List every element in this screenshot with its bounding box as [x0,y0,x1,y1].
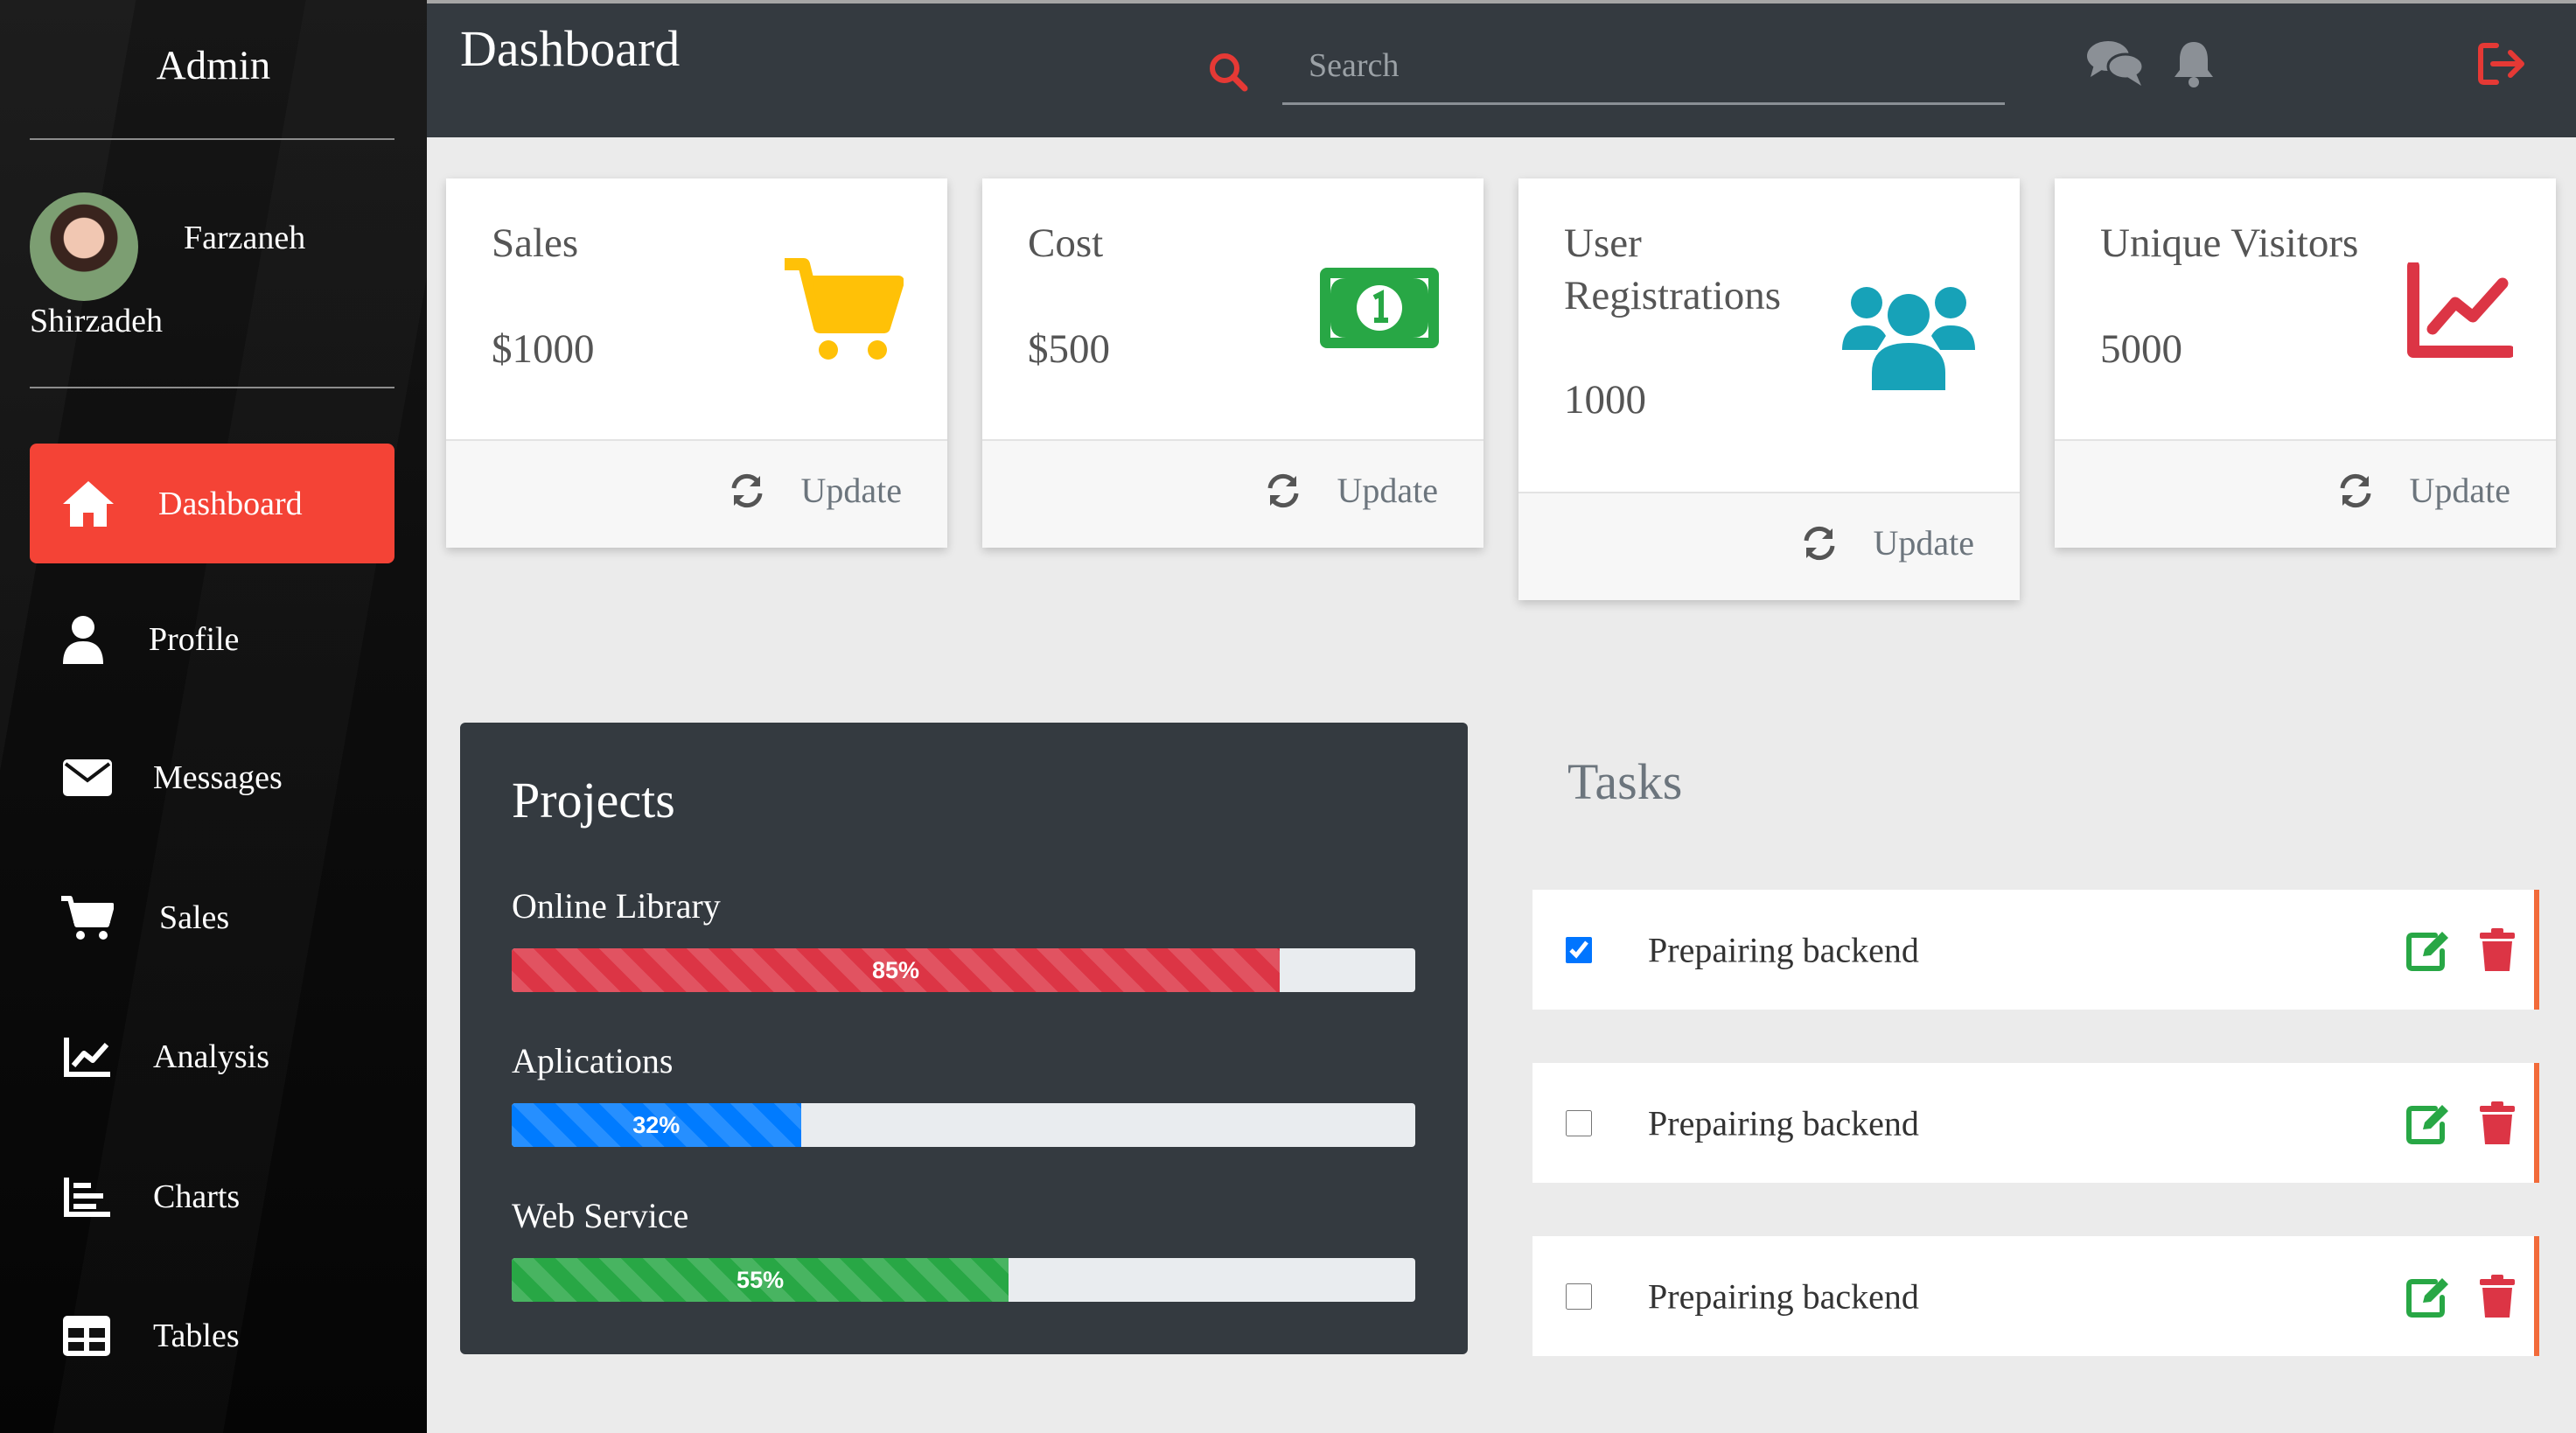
project-progress: 32% [512,1103,1415,1147]
sidebar-item-label: Profile [149,620,240,658]
cart-icon [61,895,114,940]
refresh-icon [1265,472,1302,509]
trash-icon[interactable] [2478,1101,2517,1146]
progress-fill: 85% [512,948,1281,992]
search-input[interactable] [1282,28,2005,105]
avatar[interactable] [30,192,138,301]
task-item: Prepairing backend [1532,1236,2539,1356]
sidebar-item-charts[interactable]: Charts [30,1136,394,1256]
users-icon [1842,282,1975,390]
update-label: Update [2409,471,2510,510]
cart-icon [781,255,904,364]
sidebar-divider [30,387,394,388]
page-title: Dashboard [460,20,681,77]
update-button[interactable]: Update [2337,470,2510,511]
card-title: Unique Visitors [2100,220,2359,266]
line-chart-icon [2406,262,2513,359]
sidebar-item-label: Analysis [153,1038,269,1075]
money-bill-icon [1320,268,1439,348]
update-button[interactable]: Update [729,470,902,511]
sidebar-item-label: Charts [153,1178,241,1215]
card-footer: Update [982,439,1483,548]
chat-icon[interactable] [2087,38,2145,87]
logout-icon[interactable] [2477,42,2526,86]
task-checkbox[interactable] [1566,1109,1592,1136]
trash-icon[interactable] [2478,927,2517,973]
home-icon [61,479,115,528]
refresh-icon [729,472,765,509]
card-footer: Update [1518,492,2020,600]
sidebar: Admin Farzaneh Shirzadeh Dashboard Profi… [0,0,427,1433]
sidebar-item-profile[interactable]: Profile [30,579,394,699]
update-button[interactable]: Update [1265,470,1438,511]
search-icon[interactable] [1208,52,1248,92]
update-label: Update [1873,523,1974,563]
task-item: Prepairing backend [1532,1063,2539,1183]
projects-title: Projects [512,772,675,828]
progress-fill: 55% [512,1258,1009,1302]
update-label: Update [1337,471,1438,510]
task-label: Prepairing backend [1648,1103,1919,1143]
sidebar-item-messages[interactable]: Messages [30,717,394,837]
task-item: Prepairing backend [1532,890,2539,1010]
card-value: 1000 [1564,377,1646,423]
trash-icon[interactable] [2478,1274,2517,1319]
topbar: Dashboard [427,0,2576,137]
card-value: 5000 [2100,326,2182,372]
card-footer: Update [2055,439,2556,548]
refresh-icon [2337,472,2374,509]
update-button[interactable]: Update [1801,522,1974,563]
edit-icon[interactable] [2405,928,2451,972]
table-icon [63,1315,110,1356]
bell-icon[interactable] [2173,38,2215,87]
project-name: Online Library [512,886,721,926]
project-name: Web Service [512,1196,689,1235]
sidebar-item-label: Sales [159,898,230,936]
refresh-icon [1801,525,1838,562]
stat-card-sales: Sales $1000 Update [446,178,947,548]
sidebar-item-analysis[interactable]: Analysis [30,996,394,1116]
envelope-icon [63,758,112,796]
card-title: Cost [1028,220,1104,266]
task-checkbox[interactable] [1566,936,1592,963]
projects-panel: Projects Online Library 85% Aplications … [460,723,1468,1354]
sidebar-item-label: Messages [153,758,283,796]
stat-card-user-registrations: User Registrations 1000 Update [1518,178,2020,600]
edit-icon[interactable] [2405,1101,2451,1145]
bar-chart-icon [63,1176,112,1218]
project-name: Aplications [512,1041,674,1080]
card-value: $1000 [492,326,595,372]
sidebar-item-dashboard[interactable]: Dashboard [30,444,394,563]
progress-fill: 32% [512,1103,801,1147]
card-value: $500 [1028,326,1110,372]
task-label: Prepairing backend [1648,1276,1919,1316]
line-chart-icon [63,1036,112,1078]
task-checkbox[interactable] [1566,1283,1592,1310]
edit-icon[interactable] [2405,1275,2451,1318]
project-progress: 55% [512,1258,1415,1302]
sidebar-item-tables[interactable]: Tables [30,1276,394,1395]
user-first-name: Farzaneh [184,220,306,256]
card-footer: Update [446,439,947,548]
user-last-name: Shirzadeh [30,303,163,339]
sidebar-title: Admin [156,43,271,88]
sidebar-item-label: Dashboard [158,485,303,522]
task-label: Prepairing backend [1648,930,1919,969]
user-icon [63,615,103,664]
stat-card-cost: Cost $500 Update [982,178,1483,548]
update-label: Update [800,471,902,510]
sidebar-item-sales[interactable]: Sales [30,857,394,977]
stat-card-unique-visitors: Unique Visitors 5000 Update [2055,178,2556,548]
card-title: Sales [492,220,579,266]
sidebar-item-label: Tables [153,1317,240,1354]
card-title: User Registrations [1564,220,1782,318]
tasks-title: Tasks [1567,753,1683,810]
sidebar-divider [30,138,394,140]
project-progress: 85% [512,948,1415,992]
